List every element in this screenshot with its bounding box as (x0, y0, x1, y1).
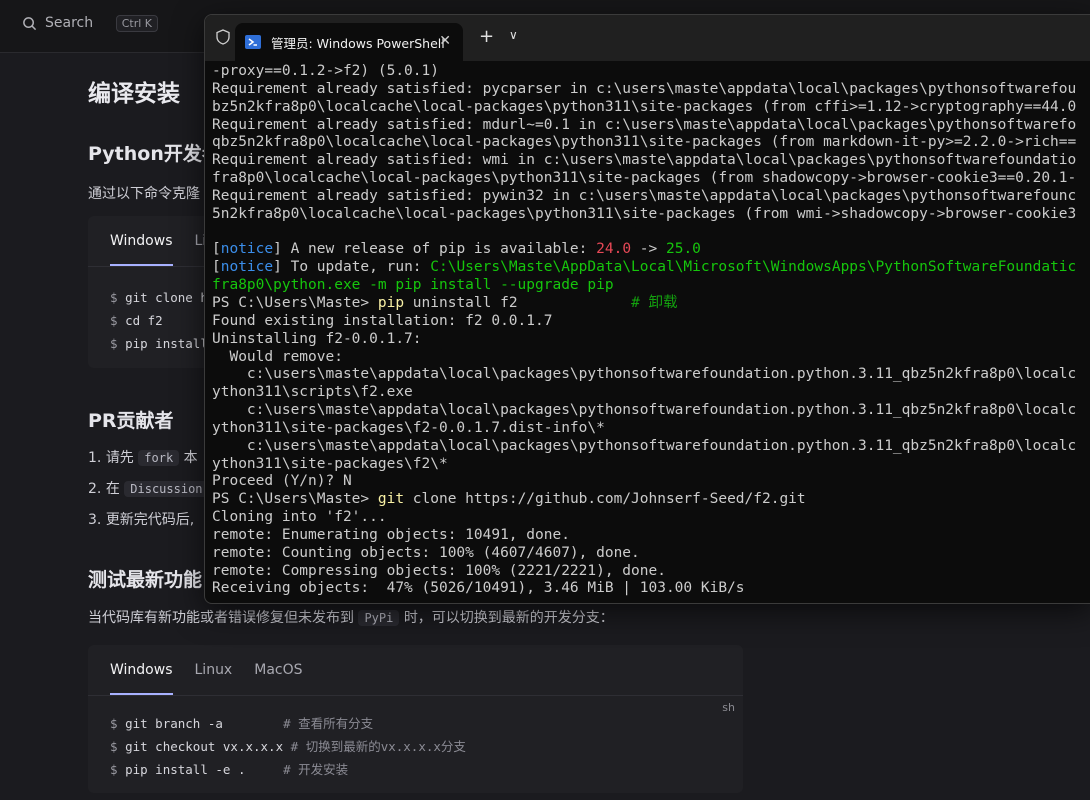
pr-item: 1. 请先 fork 本 (88, 450, 198, 466)
section-test-latest: 测试最新功能 (88, 569, 203, 591)
terminal-line: PS C:\Users\Maste> git clone https://git… (212, 491, 806, 508)
terminal-line: fra8p0\python.exe -m pip install --upgra… (212, 277, 614, 294)
terminal-line: PS C:\Users\Maste> pip uninstall f2 # 卸载 (212, 294, 678, 311)
terminal-tab-title: 管理员: Windows PowerShell (271, 35, 445, 51)
search-button[interactable]: Search Ctrl K (22, 9, 158, 37)
terminal-line: 5n2kfra8p0\localcache\local-packages\pyt… (212, 205, 1077, 222)
pypi-code: PyPi (358, 610, 400, 626)
tab-windows[interactable]: Windows (110, 662, 173, 695)
terminal-line: c:\users\maste\appdata\local\packages\py… (212, 402, 1077, 419)
section-pr: PR贡献者 (88, 410, 174, 432)
code-block-branch: Windows Linux MacOS sh $ git branch -a #… (88, 645, 743, 793)
terminal-line: qbz5n2kfra8p0\localcache\local-packages\… (212, 134, 1077, 151)
tab-macos[interactable]: MacOS (254, 662, 302, 678)
clone-text: 通过以下命令克隆 (88, 186, 200, 202)
terminal-line: Found existing installation: f2 0.0.1.7 (212, 312, 553, 329)
terminal-line: c:\users\maste\appdata\local\packages\py… (212, 437, 1077, 454)
terminal-line: [notice] A new release of pip is availab… (212, 241, 701, 258)
search-icon (23, 16, 37, 30)
pr-item: 2. 在 Discussion (88, 478, 209, 498)
terminal-line: Requirement already satisfied: wmi in c:… (212, 152, 1077, 169)
terminal-line: remote: Enumerating objects: 10491, done… (212, 526, 570, 543)
powershell-window[interactable]: 管理员: Windows PowerShell ✕ + ∨ -proxy==0.… (204, 14, 1090, 604)
terminal-line: [notice] To update, run: C:\Users\Maste\… (212, 259, 1077, 276)
terminal-line: Proceed (Y/n)? N (212, 473, 352, 490)
terminal-line: ython311\site-packages\f2-0.0.1.7.dist-i… (212, 419, 605, 436)
terminal-line: Would remove: (212, 348, 343, 365)
terminal-tab[interactable]: 管理员: Windows PowerShell ✕ (235, 23, 463, 61)
terminal-line: Receiving objects: 47% (5026/10491), 3.4… (212, 580, 745, 597)
code-language-label: sh (722, 701, 735, 714)
terminal-line: Cloning into 'f2'... (212, 509, 387, 526)
pr-item: 3. 更新完代码后, (88, 512, 195, 528)
close-tab-icon[interactable]: ✕ (439, 33, 451, 49)
section-python-dev: Python开发者 (88, 143, 221, 165)
search-label: Search (45, 15, 94, 31)
terminal-line: Requirement already satisfied: mdurl~=0.… (212, 116, 1077, 133)
terminal-output[interactable]: -proxy==0.1.2->f2) (5.0.1) Requirement al… (205, 61, 1090, 598)
tab-linux[interactable]: Linux (195, 662, 233, 678)
terminal-line: ython311\scripts\f2.exe (212, 384, 413, 401)
chevron-down-icon[interactable]: ∨ (509, 28, 518, 42)
code-line: $ pip install -e . # 开发安装 (110, 762, 349, 777)
code-tabs-branch: Windows Linux MacOS (88, 645, 743, 696)
terminal-line: remote: Counting objects: 100% (4607/460… (212, 544, 640, 561)
terminal-line: remote: Compressing objects: 100% (2221/… (212, 562, 666, 579)
terminal-line: Uninstalling f2-0.0.1.7: (212, 330, 422, 347)
code-line: $ git checkout vx.x.x.x # 切换到最新的vx.x.x.x… (110, 739, 466, 754)
terminal-line: -proxy==0.1.2->f2) (5.0.1) (212, 63, 439, 79)
terminal-titlebar[interactable]: 管理员: Windows PowerShell ✕ + ∨ (205, 15, 1090, 61)
page-title: 编译安装 (88, 81, 180, 107)
terminal-line: Requirement already satisfied: pycparser… (212, 80, 1077, 97)
code-line: $ git branch -a # 查看所有分支 (110, 716, 374, 731)
terminal-line: fra8p0\localcache\local-packages\python3… (212, 170, 1077, 187)
terminal-line: c:\users\maste\appdata\local\packages\py… (212, 366, 1077, 383)
terminal-line: Requirement already satisfied: pywin32 i… (212, 187, 1077, 204)
powershell-icon (245, 35, 261, 49)
shield-icon (216, 29, 230, 45)
terminal-line: ython311\site-packages\f2\* (212, 455, 448, 472)
test-text: 当代码库有新功能或者错误修复但未发布到 PyPi 时，可以切换到最新的开发分支： (88, 610, 614, 626)
terminal-line: bz5n2kfra8p0\localcache\local-packages\p… (212, 98, 1077, 115)
new-tab-icon[interactable]: + (479, 26, 494, 47)
tab-windows[interactable]: Windows (110, 233, 173, 266)
search-shortcut: Ctrl K (115, 14, 158, 32)
